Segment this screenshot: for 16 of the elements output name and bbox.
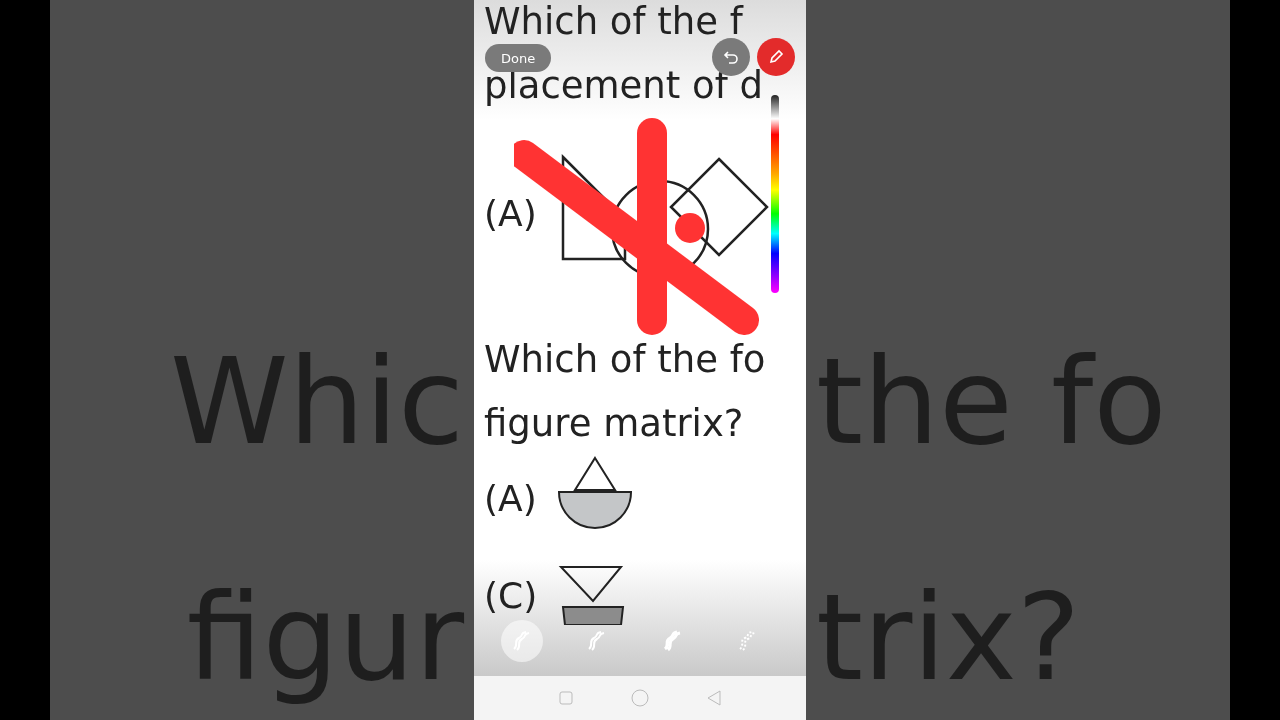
pencil-icon [768,49,784,65]
circle-icon [631,689,649,707]
undo-icon [723,49,739,65]
home-button[interactable] [631,689,649,707]
square-icon [559,691,573,705]
option-label: (A) [484,192,537,234]
option-label: (A) [484,477,537,519]
color-palette-strip[interactable] [771,95,779,293]
question-text: figure matrix? [484,402,744,446]
question-text: Which of the fo [484,338,766,382]
option-label: (C) [484,574,538,616]
question-text: Which of the f [484,0,743,44]
recent-apps-button[interactable] [559,691,573,705]
done-button[interactable]: Done [485,44,552,72]
back-button[interactable] [707,690,721,706]
back-icon [707,690,721,706]
